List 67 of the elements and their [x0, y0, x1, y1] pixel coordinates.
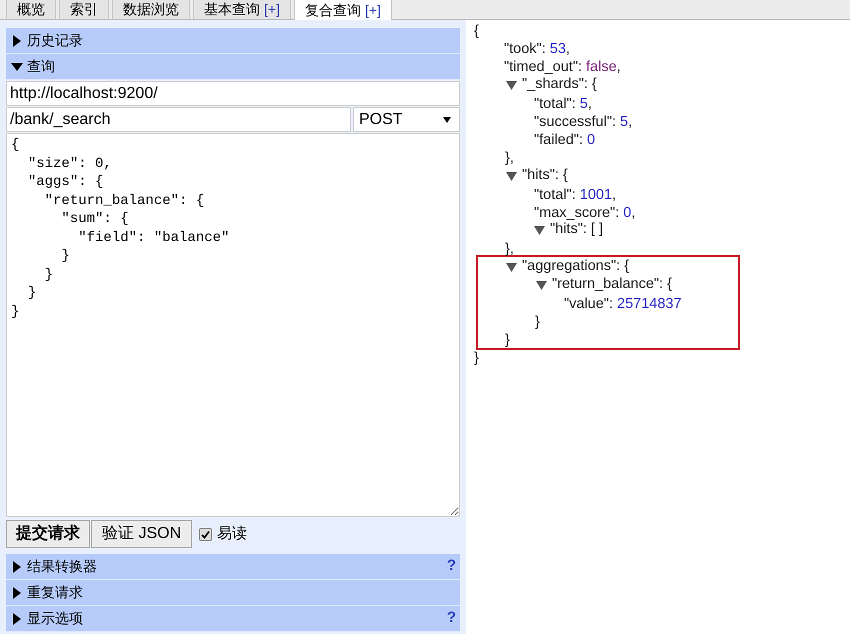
help-link[interactable]: ? — [446, 607, 456, 630]
json-punctuation: { — [474, 23, 479, 39]
json-value: 1001 — [580, 186, 612, 203]
section-header[interactable]: 结果转换器 ? — [6, 554, 460, 580]
url-field[interactable]: http://localhost:9200/ — [6, 81, 460, 106]
json-value: false — [586, 58, 617, 76]
json-punctuation: }, — [505, 241, 514, 258]
triangle-down-icon[interactable] — [506, 170, 517, 181]
triangle-down-icon[interactable] — [506, 80, 517, 90]
tab[interactable]: 数据浏览 — [112, 0, 190, 19]
triangle-down-icon[interactable] — [11, 60, 23, 72]
json-value: 5 — [580, 94, 588, 112]
triangle-down-icon[interactable] — [536, 280, 547, 290]
json-value: 25714837 — [617, 294, 682, 312]
submit-button[interactable]: 提交请求 — [6, 520, 90, 548]
json-key: "value": — [564, 294, 618, 312]
section-title: 重复请求 — [27, 583, 83, 602]
section-title: 历史记录 — [27, 31, 83, 50]
triangle-right-icon[interactable] — [11, 612, 23, 624]
json-key: "timed_out": — [504, 57, 586, 76]
json-punctuation: , — [631, 204, 636, 222]
query-body-editor[interactable]: { "size": 0, "aggs": { "return_balance": { "sum": { "field": "balance" } } } } — [6, 133, 460, 517]
json-punctuation: , — [628, 112, 632, 130]
json-key: "took": — [504, 39, 550, 58]
pretty-checkbox[interactable] — [199, 528, 212, 540]
json-value: 53 — [550, 40, 566, 58]
json-punctuation: } — [474, 350, 479, 366]
path-field[interactable]: /bank/_search — [6, 107, 351, 132]
json-key: "total": — [534, 94, 580, 112]
section-title: 显示选项 — [27, 609, 83, 628]
json-key: "total": — [534, 184, 580, 203]
section-title: 结果转换器 — [27, 557, 97, 576]
json-punctuation: , — [616, 58, 621, 76]
validate-json-button[interactable]: 验证 JSON — [91, 520, 192, 548]
json-punctuation: , — [566, 40, 570, 58]
json-key: "successful": — [534, 112, 620, 130]
tab[interactable]: 概览 — [6, 0, 56, 19]
tab[interactable]: 基本查询 [+] — [193, 0, 291, 19]
json-key: "_shards": { — [522, 74, 597, 96]
json-key: "max_score": — [534, 202, 624, 222]
json-value: 0 — [587, 131, 596, 148]
section-header[interactable]: 显示选项 ? — [6, 606, 460, 632]
section-title: 查询 — [27, 57, 55, 76]
json-punctuation: , — [612, 186, 616, 203]
section-header[interactable]: 历史记录 — [6, 28, 460, 54]
tab[interactable]: 复合查询 [+] — [294, 0, 392, 20]
triangle-down-icon[interactable] — [506, 262, 517, 272]
section-header[interactable]: 查询 — [6, 54, 460, 80]
json-punctuation: } — [505, 332, 510, 348]
section-header[interactable]: 重复请求 — [6, 580, 460, 606]
json-value: 5 — [620, 112, 628, 130]
json-key: "hits": [ ] — [550, 219, 604, 242]
help-link[interactable]: ? — [446, 555, 456, 578]
triangle-right-icon[interactable] — [11, 560, 23, 572]
method-select[interactable]: POST — [353, 107, 460, 132]
json-punctuation: }, — [505, 150, 514, 166]
json-value: 0 — [623, 204, 632, 222]
pretty-label: 易读 — [217, 524, 248, 544]
json-punctuation: , — [588, 94, 592, 112]
triangle-right-icon[interactable] — [11, 34, 23, 46]
triangle-right-icon[interactable] — [11, 586, 23, 598]
json-key: "hits": { — [522, 164, 568, 186]
tab[interactable]: 索引 — [59, 0, 109, 19]
json-key: "failed": — [534, 130, 588, 148]
json-punctuation: } — [535, 314, 540, 330]
caret-icon — [443, 116, 451, 122]
triangle-down-icon[interactable] — [534, 225, 545, 236]
